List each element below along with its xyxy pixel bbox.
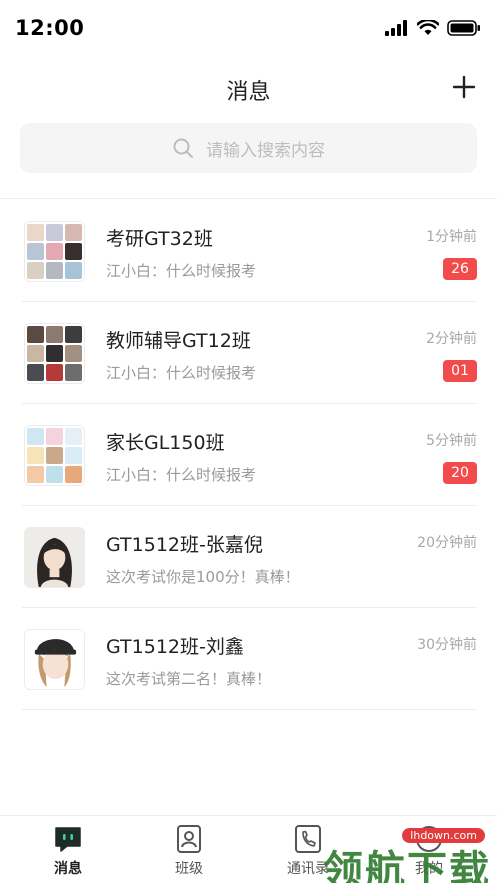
conversation-title: 教师辅导GT12班 <box>106 330 251 352</box>
unread-badge: 26 <box>443 258 477 280</box>
message-icon <box>55 827 81 852</box>
conversation-row[interactable]: 家长GL150班 江小白：什么时候报考 5分钟前 20 <box>0 404 497 506</box>
group-avatar <box>24 425 85 486</box>
conversation-row[interactable]: GT1512班-张嘉倪 这次考试你是100分！真棒！ 20分钟前 <box>0 506 497 608</box>
row-divider <box>22 709 477 710</box>
battery-icon <box>447 20 480 36</box>
wifi-icon <box>417 20 439 35</box>
group-avatar <box>24 221 85 282</box>
conversation-preview: 江小白：什么时候报考 <box>106 364 257 382</box>
unread-badge: 01 <box>443 360 477 382</box>
group-avatar <box>24 323 85 384</box>
nav-bar: 消息 <box>0 58 497 120</box>
unread-badge: 20 <box>443 462 477 484</box>
tab-class[interactable]: 班级 <box>149 824 229 878</box>
conversation-preview: 这次考试你是100分！真棒！ <box>106 568 300 586</box>
user-avatar <box>24 629 85 690</box>
conversation-row[interactable]: 考研GT32班 江小白：什么时候报考 1分钟前 26 <box>0 200 497 302</box>
watermark: lhdown.com 领航下载 <box>297 826 497 883</box>
conversation-row[interactable]: GT1512班-刘鑫 这次考试第二名！真棒！ 30分钟前 <box>0 608 497 710</box>
plus-icon[interactable] <box>449 72 479 102</box>
status-time: 12:00 <box>15 16 85 40</box>
watermark-text: 领航下载 <box>323 848 491 883</box>
status-bar: 12:00 <box>0 0 497 58</box>
tab-label: 班级 <box>175 861 203 877</box>
status-icons <box>385 20 481 36</box>
divider <box>0 198 497 199</box>
search-placeholder: 请输入搜索内容 <box>206 140 325 161</box>
tab-messages[interactable]: 消息 <box>28 824 108 878</box>
conversation-preview: 江小白：什么时候报考 <box>106 262 257 280</box>
signal-icon <box>385 20 407 36</box>
search-input[interactable]: 请输入搜索内容 <box>20 123 477 173</box>
conversation-time: 30分钟前 <box>417 637 477 653</box>
conversation-title: GT1512班-张嘉倪 <box>106 534 263 556</box>
conversation-time: 2分钟前 <box>426 331 477 347</box>
conversation-time: 1分钟前 <box>426 229 477 245</box>
conversation-title: GT1512班-刘鑫 <box>106 636 244 658</box>
class-icon <box>177 825 201 853</box>
conversation-preview: 江小白：什么时候报考 <box>106 466 257 484</box>
conversation-row[interactable]: 教师辅导GT12班 江小白：什么时候报考 2分钟前 01 <box>0 302 497 404</box>
conversation-time: 5分钟前 <box>426 433 477 449</box>
conversation-preview: 这次考试第二名！真棒！ <box>106 670 272 688</box>
conversation-title: 家长GL150班 <box>106 432 225 454</box>
conversation-time: 20分钟前 <box>417 535 477 551</box>
user-avatar <box>24 527 85 588</box>
conversation-title: 考研GT32班 <box>106 228 213 250</box>
search-icon <box>173 138 193 158</box>
page-title: 消息 <box>226 80 271 105</box>
tab-label: 消息 <box>54 861 82 877</box>
conversation-list: 考研GT32班 江小白：什么时候报考 1分钟前 26 教师辅导GT12班 江小白… <box>0 200 497 710</box>
